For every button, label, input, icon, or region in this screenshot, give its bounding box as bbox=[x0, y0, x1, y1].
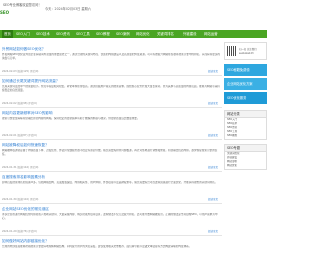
post-title[interactable]: 网站内容更新频率对SEO的影响 bbox=[2, 111, 53, 116]
box-title: 网站分类 bbox=[225, 111, 266, 118]
site-logo[interactable]: SEO bbox=[0, 10, 14, 15]
post-excerpt: 影响百度搜索排名的因素众多，包括网站结构、页面加载速度、内容相关性、用户体验、外… bbox=[2, 181, 218, 184]
nav-item[interactable]: SEO案例 bbox=[116, 30, 130, 38]
nav-item[interactable]: 网站优化 bbox=[136, 30, 150, 38]
divider bbox=[0, 75, 222, 76]
list-item: 如何做好网站内部链接优化？ 合理的内部链接能够帮助搜索引擎更好地理解网站结构，同… bbox=[0, 239, 222, 258]
promo-banner[interactable]: 企业网站优化方案 bbox=[224, 78, 267, 90]
nav-item[interactable]: 关键词排名 bbox=[157, 30, 174, 38]
divider bbox=[0, 203, 222, 204]
post-excerpt: 合理的内部链接能够帮助搜索引擎更好地理解网站结构，同时提升用户的浏览深度。建议使… bbox=[2, 245, 192, 248]
read-more-link[interactable]: 阅读全文 bbox=[208, 165, 218, 169]
post-excerpt: 许多企业在进行网站优化时容易陷入堆砌关键词、大量采集内容、购买垃圾外链等误区，这… bbox=[2, 213, 218, 220]
promo-banner[interactable]: SEO秘籍免费领 bbox=[224, 64, 267, 76]
post-title[interactable]: 百度搜索排名影响因素分析 bbox=[2, 175, 45, 180]
announce-text: SEO专业博客欢迎您访问！ bbox=[3, 3, 42, 7]
post-excerpt: 网站被降权通常是由于内容质量下降、过度优化、外链异常或服务器不稳定等原因导致。站… bbox=[2, 149, 218, 156]
post-title[interactable]: 如何通过长尾关键词提升网站流量？ bbox=[2, 79, 60, 84]
nav-item[interactable]: 网站运营 bbox=[204, 30, 218, 38]
nav-item[interactable]: SEO技术 bbox=[36, 30, 50, 38]
nav-item[interactable]: SEO入门 bbox=[16, 30, 30, 38]
list-item: 外贸网站如何做SEO优化？ 外贸网站SEO优化是外贸企业获取海外流量的重要途径之… bbox=[0, 47, 222, 77]
post-meta: 2024-02-02 阅读(98) 评论(0) bbox=[2, 102, 37, 105]
post-meta: 2024-01-30 阅读(110) 评论(0) bbox=[2, 198, 39, 201]
divider bbox=[0, 235, 222, 236]
nav-item[interactable]: SEO工具 bbox=[76, 30, 90, 38]
qr-label: 扫一扫 关注我们 bbox=[239, 48, 257, 51]
qr-code-icon bbox=[227, 46, 237, 56]
nav-item[interactable]: SEO教程 bbox=[96, 30, 110, 38]
read-more-link[interactable]: 阅读全文 bbox=[208, 101, 218, 105]
category-box: 网站分类 SEO入门 SEO技术 SEO资讯 SEO工具 SEO教程 bbox=[224, 110, 267, 140]
promo-banner[interactable]: SEO优化服务 bbox=[224, 92, 267, 104]
qr-id: seoboke123 bbox=[239, 52, 254, 55]
read-more-link[interactable]: 阅读全文 bbox=[208, 69, 218, 73]
top-bar: SEO专业博客欢迎您访问！ 今天：2024年02月03日 星期六 bbox=[0, 0, 267, 11]
post-meta: 2024-01-29 阅读(76) 评论(0) bbox=[2, 230, 37, 233]
post-title[interactable]: 企业网站SEO优化的常见误区 bbox=[2, 207, 49, 212]
post-excerpt: 外贸网站SEO优化是外贸企业获取海外流量的重要途径之一，通过合理的关键词布局、优… bbox=[2, 53, 220, 60]
list-item: 企业网站SEO优化的常见误区 许多企业在进行网站优化时容易陷入堆砌关键词、大量采… bbox=[0, 207, 222, 237]
post-excerpt: 搜索引擎更加青睐持续输出原创内容的网站，保持稳定的更新频率有助于蜘蛛的抓取与收录… bbox=[2, 117, 140, 120]
box-title: SEO专题 bbox=[225, 145, 266, 152]
list-item: 如何通过长尾关键词提升网站流量？ 长尾关键词虽然单个搜索量较小，但竞争程度相对较… bbox=[0, 79, 222, 109]
nav-item-home[interactable]: 首页 bbox=[2, 30, 13, 38]
post-title[interactable]: 如何做好网站内部链接优化？ bbox=[2, 239, 49, 244]
divider bbox=[0, 107, 222, 108]
nav-item[interactable]: SEO资讯 bbox=[56, 30, 70, 38]
date-text: 今天：2024年02月03日 星期六 bbox=[45, 7, 91, 11]
read-more-link[interactable]: 阅读全文 bbox=[208, 229, 218, 233]
qr-box: 扫一扫 关注我们 seoboke123 bbox=[224, 42, 267, 60]
read-more-link[interactable]: 阅读全文 bbox=[208, 133, 218, 137]
list-item: 百度搜索排名影响因素分析 影响百度搜索排名的因素众多，包括网站结构、页面加载速度… bbox=[0, 175, 222, 205]
main-nav: 首页 SEO入门 SEO技术 SEO资讯 SEO工具 SEO教程 SEO案例 网… bbox=[0, 30, 267, 38]
topic-box: SEO专题 关键词优化 外链建设 网站诊断 网站优化 bbox=[224, 144, 267, 170]
post-excerpt: 长尾关键词虽然单个搜索量较小，但竞争程度相对较低，转化率却往往较高。通过挖掘用户… bbox=[2, 85, 220, 92]
list-item: 网站内容更新频率对SEO的影响 搜索引擎更加青睐持续输出原创内容的网站，保持稳定… bbox=[0, 111, 222, 141]
nav-item[interactable]: 外链建设 bbox=[183, 30, 197, 38]
category-link[interactable]: SEO教程 bbox=[225, 134, 266, 138]
post-title[interactable]: 网站被降权后如何快速恢复？ bbox=[2, 143, 49, 148]
divider bbox=[0, 139, 222, 140]
read-more-link[interactable]: 阅读全文 bbox=[208, 197, 218, 201]
post-meta: 2024-02-03 阅读(125) 评论(0) bbox=[2, 70, 39, 73]
divider bbox=[0, 171, 222, 172]
topic-link[interactable]: 网站优化 bbox=[225, 164, 266, 168]
list-item: 网站被降权后如何快速恢复？ 网站被降权通常是由于内容质量下降、过度优化、外链异常… bbox=[0, 143, 222, 173]
post-meta: 2024-01-31 阅读(142) 评论(0) bbox=[2, 166, 39, 169]
post-meta: 2024-02-01 阅读(87) 评论(0) bbox=[2, 134, 37, 137]
post-title[interactable]: 外贸网站如何做SEO优化？ bbox=[2, 47, 45, 52]
